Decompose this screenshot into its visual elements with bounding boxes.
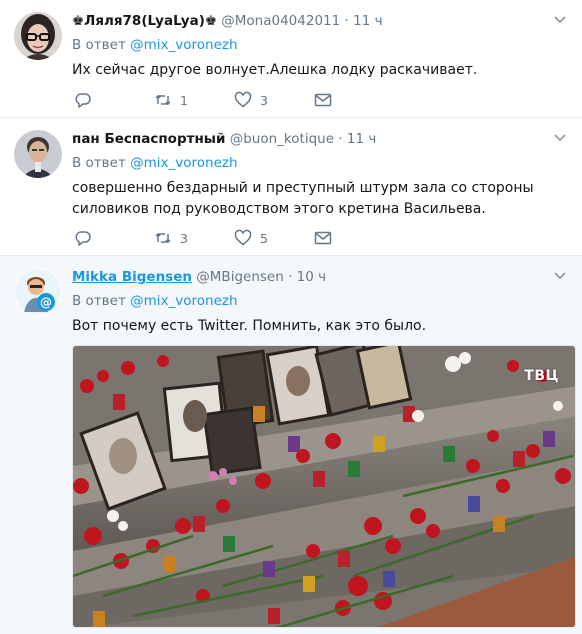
heart-icon <box>234 229 252 246</box>
separator-dot: · <box>344 13 349 29</box>
timestamp[interactable]: 11 ч <box>353 13 382 29</box>
svg-text:@: @ <box>40 296 52 310</box>
reply-context: В ответ @mix_voronezh <box>72 292 238 310</box>
reply-context: В ответ @mix_voronezh <box>72 154 238 172</box>
display-name[interactable]: пан Беспаспортный <box>72 131 225 147</box>
chevron-down-icon[interactable] <box>552 14 568 26</box>
retweet-button[interactable]: 1 <box>154 90 234 110</box>
tv-channel-watermark: ТВЦ <box>524 368 559 384</box>
reply-icon <box>75 231 91 246</box>
avatar[interactable] <box>14 130 62 178</box>
reply-button[interactable] <box>74 228 154 248</box>
tweet[interactable]: ♚Ляля78(LyaLya)♚ @Mona04042011 · 11 ч В … <box>0 0 582 118</box>
direct-message-button[interactable] <box>314 90 332 110</box>
tweet-header: Mikka Bigensen @MBigensen · 10 ч <box>72 268 542 286</box>
avatar[interactable] <box>14 12 62 60</box>
like-button[interactable]: 5 <box>234 228 314 248</box>
display-name[interactable]: Mikka Bigensen <box>72 269 192 285</box>
reply-mention-link[interactable]: @mix_voronezh <box>130 37 237 53</box>
reply-icon <box>75 93 91 108</box>
direct-message-button[interactable] <box>314 228 332 248</box>
retweet-count: 1 <box>180 92 188 108</box>
envelope-icon <box>314 231 332 245</box>
reply-context: В ответ @mix_voronezh <box>72 36 238 54</box>
tweet[interactable]: пан Беспаспортный @buon_kotique · 11 ч В… <box>0 118 582 256</box>
chevron-down-icon[interactable] <box>552 270 568 282</box>
like-count: 3 <box>260 92 268 108</box>
tweet-highlighted[interactable]: @ Mikka Bigensen @MBigensen · 10 ч В отв… <box>0 256 582 634</box>
like-button[interactable]: 3 <box>234 90 314 110</box>
tweet-header: ♚Ляля78(LyaLya)♚ @Mona04042011 · 11 ч <box>72 12 542 30</box>
reply-mention-link[interactable]: @mix_voronezh <box>130 293 237 309</box>
tweet-text: Вот почему есть Twitter. Помнить, как эт… <box>72 318 427 334</box>
like-count: 5 <box>260 230 268 246</box>
memorial-photo <box>73 346 575 627</box>
timestamp[interactable]: 10 ч <box>297 269 326 285</box>
user-handle[interactable]: @MBigensen <box>196 269 284 285</box>
retweet-button[interactable]: 3 <box>154 228 234 248</box>
retweet-icon <box>155 232 171 244</box>
reply-mention-link[interactable]: @mix_voronezh <box>130 155 237 171</box>
chevron-down-icon[interactable] <box>552 132 568 144</box>
timeline-feed: ♚Ляля78(LyaLya)♚ @Mona04042011 · 11 ч В … <box>0 0 582 634</box>
separator-dot: · <box>338 131 343 147</box>
reply-prefix: В ответ <box>72 155 126 171</box>
envelope-icon <box>314 93 332 107</box>
reply-button[interactable] <box>74 90 154 110</box>
user-handle[interactable]: @buon_kotique <box>230 131 334 147</box>
reply-prefix: В ответ <box>72 293 126 309</box>
user-handle[interactable]: @Mona04042011 <box>221 13 340 29</box>
tweet-actions: 3 5 <box>74 228 332 248</box>
tweet-text: совершенно бездарный и преступный штурм … <box>72 180 534 217</box>
avatar[interactable]: @ <box>14 268 62 316</box>
tweet-header: пан Беспаспортный @buon_kotique · 11 ч <box>72 130 542 148</box>
timestamp[interactable]: 11 ч <box>347 131 376 147</box>
tweet-actions: 1 3 <box>74 90 332 110</box>
tweet-media-photo[interactable]: ТВЦ <box>72 345 576 628</box>
tweet-text: Их сейчас другое волнует.Алешка лодку ра… <box>72 62 478 78</box>
retweet-count: 3 <box>180 230 188 246</box>
reply-prefix: В ответ <box>72 37 126 53</box>
separator-dot: · <box>288 269 293 285</box>
display-name[interactable]: ♚Ляля78(LyaLya)♚ <box>72 13 217 29</box>
retweet-icon <box>155 94 171 106</box>
heart-icon <box>234 91 252 108</box>
